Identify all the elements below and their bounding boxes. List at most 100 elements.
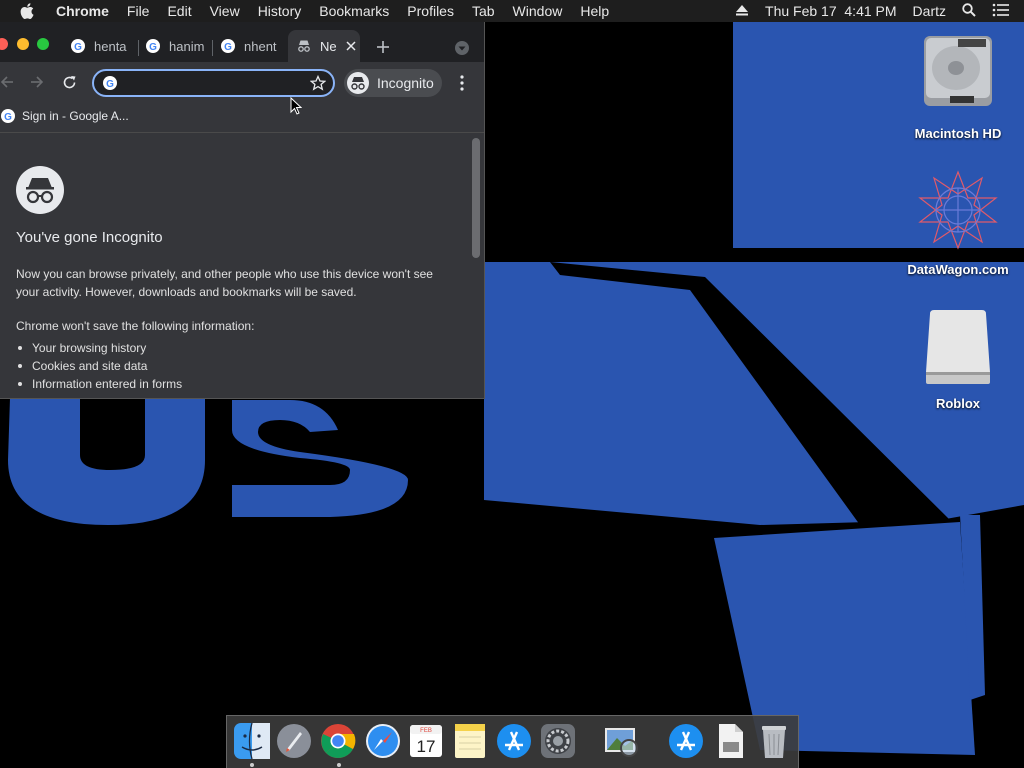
list-item: Information entered in forms (32, 377, 183, 391)
menu-profiles[interactable]: Profiles (407, 3, 454, 19)
menubar-user[interactable]: Dartz (913, 3, 946, 19)
incognito-label: Incognito (377, 75, 434, 91)
incognito-icon (16, 166, 64, 214)
window-zoom-button[interactable] (37, 38, 49, 50)
calendar-icon[interactable]: FEB 17 (407, 722, 445, 760)
notes-icon[interactable] (451, 722, 489, 760)
menu-edit[interactable]: Edit (167, 3, 191, 19)
tab-2[interactable]: G hanim (145, 30, 207, 62)
menu-tab[interactable]: Tab (472, 3, 495, 19)
apple-menu-icon[interactable] (20, 3, 34, 19)
incognito-profile-button[interactable]: Incognito (344, 69, 442, 97)
launchpad-icon[interactable] (275, 722, 313, 760)
menu-file[interactable]: File (127, 3, 150, 19)
list-item: Cookies and site data (32, 359, 148, 373)
page-scrollbar[interactable] (472, 138, 480, 258)
google-icon: G (71, 39, 85, 53)
external-drive-icon (926, 310, 990, 384)
finder-icon[interactable] (233, 722, 271, 760)
bookmark-label: Sign in - Google A... (22, 109, 129, 123)
svg-text:G: G (224, 42, 232, 53)
svg-text:G: G (149, 42, 157, 53)
desktop-icon-roblox[interactable]: Roblox (898, 308, 1018, 411)
menu-bar: Chrome File Edit View History Bookmarks … (0, 0, 1024, 22)
applications-folder-icon[interactable] (667, 722, 705, 760)
tab-title: hanim (169, 38, 205, 54)
calendar-month: FEB (420, 728, 432, 734)
tab-3[interactable]: G nhent (220, 30, 280, 62)
app-store-icon[interactable] (495, 722, 533, 760)
menu-window[interactable]: Window (513, 3, 563, 19)
list-bullet (18, 346, 22, 350)
svg-text:G: G (106, 79, 114, 90)
spotlight-search-icon[interactable] (962, 2, 976, 20)
google-icon: G (1, 109, 15, 123)
desktop-icon-datawagon[interactable]: DataWagon.com (898, 170, 1018, 277)
list-bullet (18, 364, 22, 368)
tab-title: Ne (320, 38, 337, 54)
chrome-window: G henta G hanim G nhent Ne G Incognito G… (0, 22, 485, 399)
eject-icon[interactable] (735, 3, 749, 19)
list-bullet (18, 382, 22, 386)
tab-search-dropdown-icon[interactable] (454, 40, 470, 61)
incognito-icon (347, 72, 369, 94)
wont-save-heading: Chrome won't save the following informat… (16, 319, 255, 333)
tab-separator (138, 40, 139, 56)
forward-button[interactable] (30, 75, 44, 94)
window-minimize-button[interactable] (17, 38, 29, 50)
chrome-icon[interactable] (319, 722, 357, 760)
new-tab-button[interactable] (376, 40, 390, 59)
incognito-page: You've gone Incognito Now you can browse… (0, 133, 484, 398)
incognito-icon (298, 40, 310, 52)
system-preferences-icon[interactable] (539, 722, 577, 760)
running-indicator (250, 763, 254, 767)
bookmark-star-icon[interactable] (309, 74, 327, 96)
tab-title: henta (94, 38, 127, 54)
desktop-icon-label: Roblox (935, 396, 981, 411)
menu-bookmarks[interactable]: Bookmarks (319, 3, 389, 19)
window-close-button[interactable] (0, 38, 8, 50)
omnibox[interactable]: G (92, 69, 335, 97)
google-icon: G (146, 39, 160, 53)
calendar-day: 17 (417, 737, 436, 756)
svg-text:G: G (4, 112, 12, 123)
desktop-icon-label: DataWagon.com (907, 262, 1009, 277)
chrome-menu-icon[interactable] (459, 75, 465, 96)
description-line-2: your activity. However, downloads and bo… (16, 285, 357, 299)
bookmarks-bar: G Sign in - Google A... (0, 102, 484, 133)
menubar-clock[interactable]: Thu Feb 17 4:41 PM (765, 3, 897, 19)
desktop-icon-macintosh-hd[interactable]: Macintosh HD (898, 32, 1018, 141)
description-line-1: Now you can browse privately, and other … (16, 267, 433, 281)
omnibox-input[interactable] (124, 74, 303, 94)
tab-separator (212, 40, 213, 56)
page-heading: You've gone Incognito (16, 229, 163, 246)
desktop-icon-label: Macintosh HD (914, 126, 1002, 141)
back-button[interactable] (0, 75, 14, 94)
dock: FEB 17 (226, 715, 799, 768)
mouse-cursor-icon (290, 97, 302, 115)
safari-icon[interactable] (364, 722, 402, 760)
hard-drive-icon (924, 36, 992, 106)
documents-icon[interactable] (711, 722, 749, 760)
tab-title: nhent (244, 38, 277, 54)
tab-4-active[interactable]: Ne (288, 30, 360, 62)
bookmark-item[interactable]: G Sign in - Google A... (0, 108, 129, 124)
menu-help[interactable]: Help (580, 3, 609, 19)
trash-icon[interactable] (755, 722, 793, 760)
reload-button[interactable] (62, 75, 77, 95)
menu-history[interactable]: History (258, 3, 302, 19)
running-indicator (337, 763, 341, 767)
notification-center-icon[interactable] (992, 3, 1010, 20)
browser-toolbar: G Incognito (0, 62, 484, 102)
tab-close-icon[interactable] (346, 39, 356, 54)
menu-app-name[interactable]: Chrome (56, 3, 109, 19)
preview-icon[interactable] (603, 722, 641, 760)
google-icon: G (103, 76, 117, 90)
svg-text:G: G (74, 42, 82, 53)
tab-strip: G henta G hanim G nhent Ne (0, 22, 484, 62)
tab-1[interactable]: G henta (70, 30, 132, 62)
list-item: Your browsing history (32, 341, 147, 355)
google-icon: G (221, 39, 235, 53)
star-pattern-icon (918, 170, 998, 250)
menu-view[interactable]: View (210, 3, 240, 19)
